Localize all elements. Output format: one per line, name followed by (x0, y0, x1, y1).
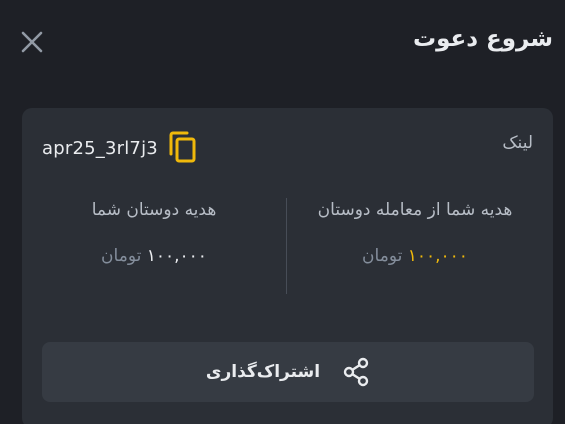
friends-gift-amount-row: ۱۰۰,۰۰۰ تومان (22, 246, 286, 266)
share-button[interactable]: اشتراک‌گذاری (42, 342, 534, 402)
friends-gift-section: هدیه دوستان شما ۱۰۰,۰۰۰ تومان (22, 200, 286, 266)
invite-dialog: شروع دعوت لینک apr25_3rl7j3 هدیه شما از … (0, 0, 565, 424)
your-gift-amount-row: ۱۰۰,۰۰۰ تومان (290, 246, 540, 266)
link-label: لینک (502, 133, 533, 153)
share-icon (342, 357, 370, 387)
your-gift-amount: ۱۰۰,۰۰۰ (407, 246, 468, 266)
your-gift-section: هدیه شما از معامله دوستان ۱۰۰,۰۰۰ تومان (290, 200, 540, 266)
close-icon[interactable] (18, 28, 46, 56)
invite-card: لینک apr25_3rl7j3 هدیه شما از معامله دوس… (22, 108, 553, 424)
section-divider (286, 198, 287, 294)
referral-code: apr25_3rl7j3 (42, 137, 158, 159)
copy-icon[interactable] (168, 131, 198, 165)
friends-gift-amount: ۱۰۰,۰۰۰ (146, 246, 207, 266)
your-gift-title: هدیه شما از معامله دوستان (317, 200, 513, 220)
page-title: شروع دعوت (413, 26, 553, 52)
referral-link-row: apr25_3rl7j3 (42, 128, 198, 168)
friends-gift-title: هدیه دوستان شما (91, 200, 217, 220)
share-label: اشتراک‌گذاری (205, 362, 321, 382)
your-gift-unit: تومان (362, 246, 403, 266)
dialog-header: شروع دعوت (0, 0, 565, 88)
friends-gift-unit: تومان (101, 246, 142, 266)
